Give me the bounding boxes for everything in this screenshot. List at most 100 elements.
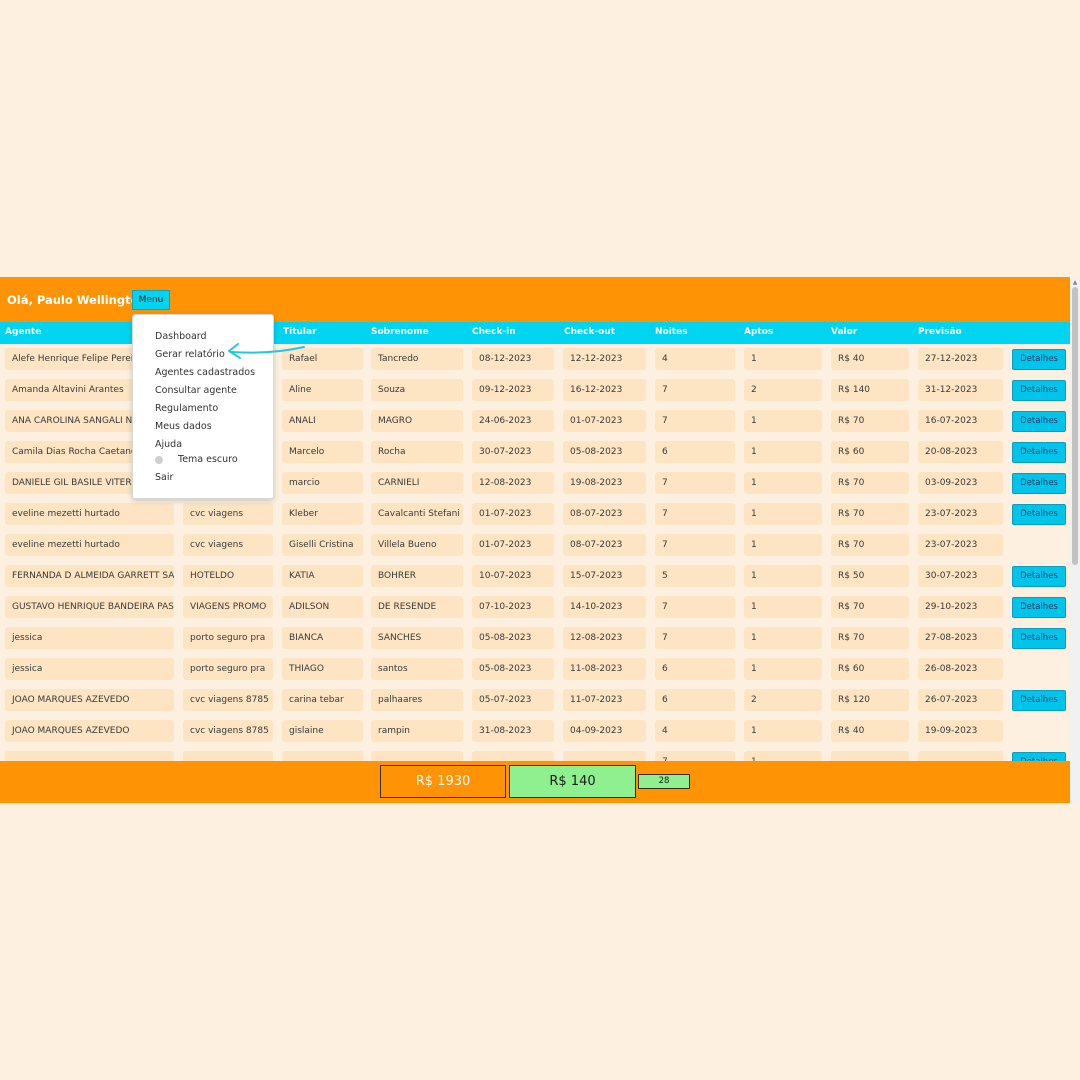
cell-agencia: cvc viagens 8785: [183, 689, 273, 711]
details-button[interactable]: Detalhes: [1012, 411, 1066, 432]
dark-theme-label: Tema escuro: [178, 454, 238, 465]
cell-agente: GUSTAVO HENRIQUE BANDEIRA PASS: [5, 596, 174, 618]
cell-titular: gislaine: [282, 720, 363, 742]
cell-aptos: 2: [744, 379, 822, 401]
cell-checkout: 15-07-2023: [563, 565, 646, 587]
menu-item-meus-dados[interactable]: Meus dados: [155, 421, 212, 432]
cell-valor: R$ 70: [831, 596, 909, 618]
menu-item-agentes-cadastrados[interactable]: Agentes cadastrados: [155, 367, 255, 378]
cell-noites: 7: [655, 379, 735, 401]
menu-item-gerar-relatorio[interactable]: Gerar relatório: [155, 349, 225, 360]
cell-previsao: 30-07-2023: [918, 565, 1003, 587]
details-button[interactable]: Detalhes: [1012, 597, 1066, 618]
cell-previsao: 23-07-2023: [918, 503, 1003, 525]
cell-agencia: porto seguro pra: [183, 627, 273, 649]
table-row: eveline mezetti hurtado cvc viagens Gisell…: [0, 530, 1070, 561]
cell-checkin: 30-07-2023: [472, 441, 554, 463]
cell-sobrenome: Rocha: [371, 441, 463, 463]
cell-agente: [5, 751, 174, 761]
cell-checkin: 01-07-2023: [472, 534, 554, 556]
cell-titular: Rafael: [282, 348, 363, 370]
cell-titular: Marcelo: [282, 441, 363, 463]
cell-checkin: 05-08-2023: [472, 658, 554, 680]
details-button[interactable]: Detalhes: [1012, 380, 1066, 401]
details-button[interactable]: Detalhes: [1012, 442, 1066, 463]
cell-checkout: 08-07-2023: [563, 534, 646, 556]
cell-checkout: 19-08-2023: [563, 472, 646, 494]
details-button[interactable]: Detalhes: [1012, 349, 1066, 370]
cell-valor: R$ 70: [831, 534, 909, 556]
column-header-noites: Noites: [655, 327, 688, 337]
details-button[interactable]: Detalhes: [1012, 473, 1066, 494]
cell-agencia: porto seguro pra: [183, 658, 273, 680]
cell-previsao: 29-10-2023: [918, 596, 1003, 618]
column-header-titular: Titular: [283, 327, 317, 337]
cell-titular: Giselli Cristina: [282, 534, 363, 556]
cell-checkout: 12-12-2023: [563, 348, 646, 370]
cell-agencia: cvc viagens: [183, 503, 273, 525]
cell-checkout: 05-08-2023: [563, 441, 646, 463]
cell-sobrenome: [371, 751, 463, 761]
cell-noites: 4: [655, 720, 735, 742]
menu-item-sair[interactable]: Sair: [155, 472, 173, 483]
cell-agencia: cvc viagens: [183, 534, 273, 556]
cell-valor: [831, 751, 909, 761]
vertical-scrollbar[interactable]: ▲: [1070, 277, 1080, 803]
cell-titular: Kleber: [282, 503, 363, 525]
cell-agencia: VIAGENS PROMO: [183, 596, 273, 618]
column-header-previsao: Previsão: [918, 327, 962, 337]
cell-agente: JOAO MARQUES AZEVEDO: [5, 689, 174, 711]
cell-previsao: 20-08-2023: [918, 441, 1003, 463]
cell-valor: R$ 40: [831, 720, 909, 742]
cell-aptos: 1: [744, 410, 822, 432]
cell-noites: 7: [655, 596, 735, 618]
cell-sobrenome: BOHRER: [371, 565, 463, 587]
cell-checkout: 04-09-2023: [563, 720, 646, 742]
column-header-checkout: Check-out: [564, 327, 616, 337]
cell-valor: R$ 50: [831, 565, 909, 587]
cell-checkin: 05-07-2023: [472, 689, 554, 711]
menu-item-dashboard[interactable]: Dashboard: [155, 331, 207, 342]
cell-noites: 7: [655, 503, 735, 525]
cell-sobrenome: palhaares: [371, 689, 463, 711]
cell-sobrenome: Villela Bueno: [371, 534, 463, 556]
cell-titular: BIANCA: [282, 627, 363, 649]
cell-checkout: 11-08-2023: [563, 658, 646, 680]
cell-agencia: HOTELDO: [183, 565, 273, 587]
greeting-text: Olá, Paulo Wellington: [7, 293, 147, 307]
cell-agencia: [183, 751, 273, 761]
scrollbar-thumb[interactable]: [1072, 287, 1078, 565]
max-value-box: R$ 140: [509, 765, 636, 798]
cell-aptos: 1: [744, 596, 822, 618]
cell-checkin: 09-12-2023: [472, 379, 554, 401]
cell-previsao: 27-12-2023: [918, 348, 1003, 370]
menu-item-regulamento[interactable]: Regulamento: [155, 403, 218, 414]
details-button[interactable]: Detalhes: [1012, 628, 1066, 649]
cell-agente: JOAO MARQUES AZEVEDO: [5, 720, 174, 742]
cell-aptos: 1: [744, 503, 822, 525]
menu-item-ajuda[interactable]: Ajuda: [155, 439, 182, 450]
details-button[interactable]: Detalhes: [1012, 566, 1066, 587]
cell-sobrenome: rampin: [371, 720, 463, 742]
menu-button[interactable]: Menu: [132, 290, 170, 310]
column-header-valor: Valor: [831, 327, 858, 337]
cell-titular: ADILSON: [282, 596, 363, 618]
cell-noites: 7: [655, 534, 735, 556]
cell-noites: 4: [655, 348, 735, 370]
cell-sobrenome: Souza: [371, 379, 463, 401]
cell-valor: R$ 120: [831, 689, 909, 711]
table-row: FERNANDA D ALMEIDA GARRETT SAN HOTELDO KAT…: [0, 561, 1070, 592]
menu-item-consultar-agente[interactable]: Consultar agente: [155, 385, 237, 396]
dark-theme-toggle[interactable]: [155, 456, 171, 464]
cell-titular: marcio: [282, 472, 363, 494]
column-header-sobrenome: Sobrenome: [371, 327, 429, 337]
cell-agente: jessica: [5, 627, 174, 649]
cell-aptos: 2: [744, 689, 822, 711]
scroll-up-icon[interactable]: ▲: [1071, 279, 1079, 287]
cell-noites: 6: [655, 441, 735, 463]
cell-previsao: 27-08-2023: [918, 627, 1003, 649]
details-button[interactable]: Detalhes: [1012, 690, 1066, 711]
footer-bar: R$ 1930 R$ 140 28: [0, 761, 1070, 803]
details-button[interactable]: Detalhes: [1012, 752, 1066, 761]
details-button[interactable]: Detalhes: [1012, 504, 1066, 525]
